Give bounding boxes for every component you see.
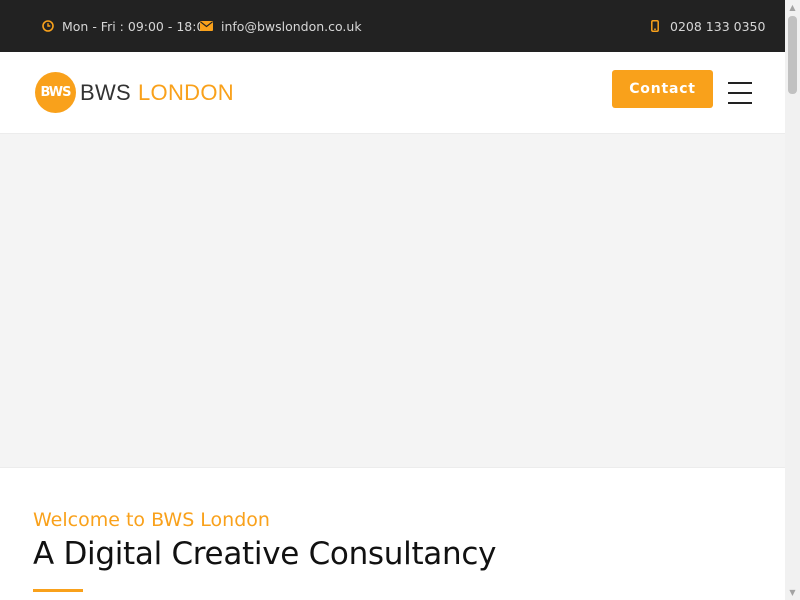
top-info-bar: Mon - Fri : 09:00 - 18:00 info@bwslondon… [0, 0, 785, 52]
site-header: BWS BWS LONDON Contact [0, 52, 785, 133]
logo-badge: BWS [35, 72, 76, 113]
email-text[interactable]: info@bwslondon.co.uk [221, 19, 362, 34]
opening-hours: Mon - Fri : 09:00 - 18:00 [42, 0, 212, 52]
mobile-phone-icon [651, 20, 659, 32]
bws-london-logo[interactable]: BWS BWS LONDON [35, 72, 234, 113]
email-link[interactable]: info@bwslondon.co.uk [200, 0, 362, 52]
opening-hours-text: Mon - Fri : 09:00 - 18:00 [62, 18, 213, 34]
welcome-subtitle: Welcome to BWS London [33, 509, 270, 531]
scroll-up-arrow-icon[interactable]: ▲ [785, 0, 800, 15]
phone-text[interactable]: 0208 133 0350 [670, 19, 765, 34]
scroll-down-arrow-icon[interactable]: ▼ [785, 585, 800, 600]
scrollbar-thumb[interactable] [788, 16, 797, 94]
hero-banner [0, 133, 785, 468]
logo-wordmark: BWS LONDON [80, 80, 234, 106]
page-scrollbar[interactable]: ▲ ▼ [785, 0, 800, 600]
headline-underline [33, 589, 83, 592]
intro-section: Welcome to BWS London A Digital Creative… [0, 468, 785, 600]
logo-accent: LONDON [138, 79, 234, 105]
page-headline: A Digital Creative Consultancy [33, 536, 497, 572]
contact-button[interactable]: Contact [612, 70, 713, 108]
envelope-icon [200, 21, 213, 31]
clock-icon [42, 20, 54, 32]
phone-link[interactable]: 0208 133 0350 [651, 0, 765, 52]
logo-name: BWS [80, 79, 132, 105]
hamburger-menu-icon[interactable] [728, 82, 752, 104]
